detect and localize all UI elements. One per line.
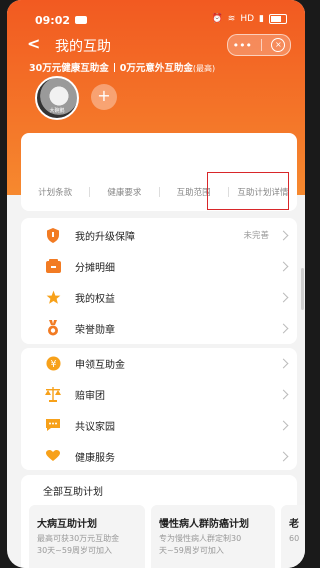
accident-amount: 0万元意外互助金 [119,63,193,74]
plan-desc: 60 [289,533,299,545]
medal-icon [45,320,61,336]
back-icon[interactable]: < [27,34,40,53]
heart-hand-icon [45,448,61,464]
status-icons: ⏰ ≋ HD ▮ [212,14,287,24]
plan-card-critical-illness[interactable]: 大病互助计划 最高可获30万元互助金 30天~59周岁可加入 [29,505,145,568]
chevron-right-icon [278,230,289,240]
menu-group-1: 我的升级保障 未完善 分摊明细 我的权益 荣誉勋章 [21,218,297,344]
status-bar: 09:02 ⏰ ≋ HD ▮ [7,8,305,30]
battery-icon [269,14,287,24]
chevron-right-icon [278,420,289,430]
menu-label: 分摊明细 [75,262,115,274]
phone-screen: 09:02 ⏰ ≋ HD ▮ < 我的互助 ••• × 30万元健康互助金 0万元… [7,0,305,568]
star-icon [45,289,61,305]
chevron-right-icon [278,389,289,399]
plan-desc: 最高可获30万元互助金 30天~59周岁可加入 [37,533,119,557]
wallet-icon [45,258,61,274]
scrollbar[interactable] [301,268,304,310]
avatar[interactable]: 大碗鹅 [35,76,79,120]
plan-desc-line1: 最高可获30万元互助金 [37,534,120,543]
chat-icon [45,417,61,433]
all-plans-section: 全部互助计划 大病互助计划 最高可获30万元互助金 30天~59周岁可加入 慢性病… [21,475,305,568]
menu-item-honor-medal[interactable]: 荣誉勋章 [21,313,297,343]
signal-icon: ▮ [259,14,264,24]
section-heading: 全部互助计划 [43,487,103,498]
menu-item-community[interactable]: 共议家园 [21,410,297,440]
menu-label: 申领互助金 [75,359,125,371]
chevron-right-icon [278,323,289,333]
plan-card-chronic-cancer[interactable]: 慢性病人群防癌计划 专为慢性病人群定制30 天~59周岁可加入 [151,505,275,568]
yen-icon: ¥ [45,355,61,371]
shield-icon [45,227,61,243]
menu-item-review-panel[interactable]: 赔审团 [21,379,297,409]
plan-desc: 专为慢性病人群定制30 天~59周岁可加入 [159,533,241,557]
mini-program-capsule: ••• × [227,34,291,56]
plan-title: 大病互助计划 [37,519,97,530]
menu-label: 我的升级保障 [75,231,135,243]
max-note: (最高) [192,64,216,73]
chevron-right-icon [278,358,289,368]
plan-desc-line2: 天~59周岁可加入 [159,546,224,555]
capsule-divider [261,39,263,51]
scale-icon [45,386,61,402]
menu-label: 健康服务 [75,452,115,464]
svg-text:¥: ¥ [50,358,56,369]
tab-plan-terms[interactable]: 计划条款 [21,186,89,198]
menu-label: 荣誉勋章 [75,324,115,336]
tab-health-requirements[interactable]: 健康要求 [90,186,158,198]
menu-label: 赔审团 [75,390,105,402]
menu-item-claim-fund[interactable]: ¥ 申领互助金 [21,348,297,378]
highlight-box [207,172,289,210]
plan-desc-line1: 60 [289,534,300,543]
page-title: 我的互助 [55,39,111,55]
summary-divider [113,63,115,72]
menu-item-health-service[interactable]: 健康服务 [21,441,297,471]
plan-title: 老 [289,519,299,530]
menu-label: 我的权益 [75,293,115,305]
wifi-icon: ≋ [227,14,236,24]
notification-icon [75,16,87,24]
coverage-summary: 30万元健康互助金 0万元意外互助金(最高) [29,60,215,74]
plan-title: 慢性病人群防癌计划 [159,519,249,530]
health-amount: 30万元健康互助金 [29,63,109,74]
chevron-right-icon [278,261,289,271]
plan-card-elderly[interactable]: 老 60 [281,505,305,568]
close-glyph: × [275,40,282,49]
plan-desc-line1: 专为慢性病人群定制30 [159,534,242,543]
alarm-icon: ⏰ [211,14,223,24]
add-member-button[interactable]: + [91,84,117,110]
menu-value: 未完善 [243,231,269,241]
menu-item-upgrade-protection[interactable]: 我的升级保障 未完善 [21,220,297,250]
chevron-right-icon [278,451,289,461]
more-button[interactable]: ••• [233,39,252,52]
hd-label: HD [240,14,255,24]
status-time: 09:02 [35,14,71,27]
plan-desc-line2: 30天~59周岁可加入 [37,546,113,555]
menu-item-my-rights[interactable]: 我的权益 [21,282,297,312]
menu-item-allocation-details[interactable]: 分摊明细 [21,251,297,281]
avatar-caption: 大碗鹅 [49,108,65,114]
close-icon[interactable]: × [271,38,286,52]
chevron-right-icon [278,292,289,302]
menu-label: 共议家园 [75,421,115,433]
menu-group-2: ¥ 申领互助金 赔审团 共议家园 健康服务 [21,348,297,470]
nav-bar: < 我的互助 ••• × [7,32,305,56]
